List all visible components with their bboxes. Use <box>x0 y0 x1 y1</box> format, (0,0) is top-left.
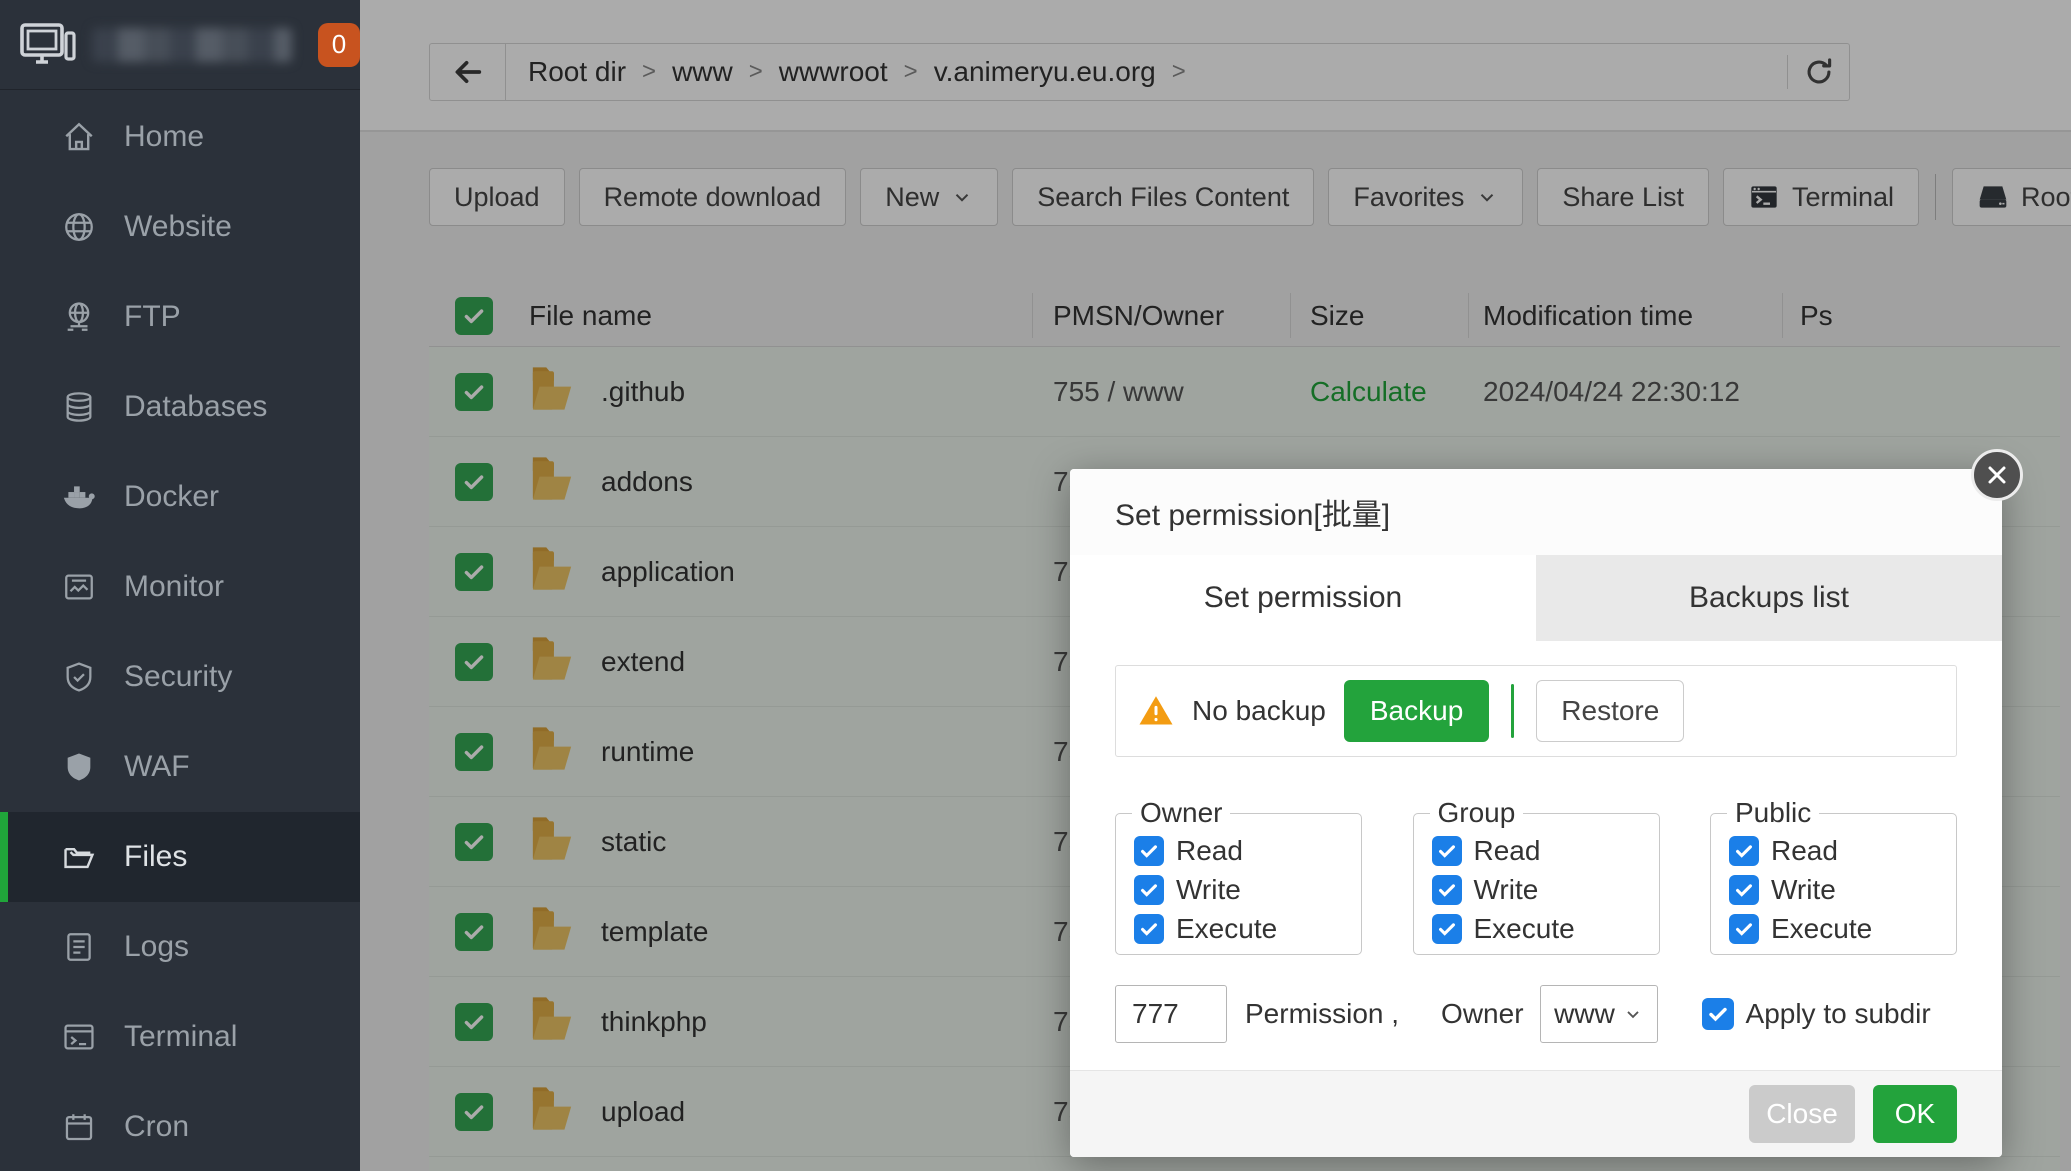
sidebar-item-label: Docker <box>124 480 219 514</box>
permission-groups: Owner Read Write Execute Group Read Writ… <box>1115 797 1957 955</box>
shield-check-icon <box>60 658 98 696</box>
apply-to-subdir-checkbox[interactable]: Apply to subdir <box>1702 998 1931 1030</box>
owner-select[interactable]: www <box>1540 985 1658 1043</box>
logs-document-icon <box>60 928 98 966</box>
sidebar-item-logs[interactable]: Logs <box>0 902 360 992</box>
sidebar-item-ftp[interactable]: FTP <box>0 272 360 362</box>
group-write-checkbox[interactable]: Write <box>1432 874 1659 906</box>
sidebar-nav: Home Website FTP Databases Docker Monito… <box>0 92 360 1171</box>
sidebar-item-label: Monitor <box>124 570 224 604</box>
sidebar-item-website[interactable]: Website <box>0 182 360 272</box>
sidebar-item-label: Terminal <box>124 1020 237 1054</box>
sidebar-item-label: Cron <box>124 1110 189 1144</box>
backup-status-text: No backup <box>1192 695 1326 727</box>
sidebar-item-label: Logs <box>124 930 189 964</box>
owner-execute-checkbox[interactable]: Execute <box>1134 913 1361 945</box>
owner-group: Owner Read Write Execute <box>1115 797 1362 955</box>
database-icon <box>60 388 98 426</box>
sidebar-item-monitor[interactable]: Monitor <box>0 542 360 632</box>
tab-set-permission[interactable]: Set permission <box>1070 555 1536 641</box>
sidebar-item-terminal[interactable]: Terminal <box>0 992 360 1082</box>
close-button[interactable]: Close <box>1749 1085 1855 1143</box>
permission-value-row: Permission , Owner www Apply to subdir <box>1115 985 1957 1043</box>
dialog-body: No backup Backup Restore Owner Read Writ… <box>1070 641 2002 1043</box>
notification-badge[interactable]: 0 <box>318 23 360 67</box>
docker-icon <box>60 478 98 516</box>
ftp-network-icon <box>60 298 98 336</box>
group-legend: Public <box>1727 797 1819 829</box>
sidebar-item-files[interactable]: Files <box>0 812 360 902</box>
sidebar-item-label: Website <box>124 210 232 244</box>
public-read-checkbox[interactable]: Read <box>1729 835 1956 867</box>
warning-icon <box>1138 693 1174 729</box>
dialog-tabs: Set permission Backups list <box>1070 555 2002 641</box>
permission-value-input[interactable] <box>1115 985 1227 1043</box>
home-icon <box>60 118 98 156</box>
sidebar-item-home[interactable]: Home <box>0 92 360 182</box>
close-icon <box>1985 463 2009 487</box>
sidebar-item-docker[interactable]: Docker <box>0 452 360 542</box>
sidebar-item-label: FTP <box>124 300 181 334</box>
globe-icon <box>60 208 98 246</box>
monitor-chart-icon <box>60 568 98 606</box>
group-legend: Owner <box>1132 797 1230 829</box>
group-read-checkbox[interactable]: Read <box>1432 835 1659 867</box>
group-execute-checkbox[interactable]: Execute <box>1432 913 1659 945</box>
server-name-redacted <box>92 28 292 62</box>
sidebar-item-label: Home <box>124 120 204 154</box>
sidebar-item-label: Files <box>124 840 187 874</box>
sidebar-item-label: Databases <box>124 390 267 424</box>
group-group: Group Read Write Execute <box>1413 797 1660 955</box>
backup-section: No backup Backup Restore <box>1115 665 1957 757</box>
close-dialog-button[interactable] <box>1971 449 2023 501</box>
shield-filled-icon <box>60 748 98 786</box>
sidebar-item-waf[interactable]: WAF <box>0 722 360 812</box>
terminal-icon <box>60 1018 98 1056</box>
dialog-footer: Close OK <box>1070 1070 2002 1157</box>
public-execute-checkbox[interactable]: Execute <box>1729 913 1956 945</box>
calendar-icon <box>60 1108 98 1146</box>
logo-row: 0 <box>0 0 360 90</box>
set-permission-dialog: Set permission[批量] Set permission Backup… <box>1070 469 2002 1157</box>
public-write-checkbox[interactable]: Write <box>1729 874 1956 906</box>
restore-button[interactable]: Restore <box>1536 680 1684 742</box>
sidebar-item-label: Security <box>124 660 232 694</box>
tab-backups-list[interactable]: Backups list <box>1536 555 2002 641</box>
chevron-down-icon <box>1623 1004 1643 1024</box>
group-legend: Group <box>1430 797 1524 829</box>
permission-label: Permission , <box>1245 998 1399 1030</box>
ok-button[interactable]: OK <box>1873 1085 1957 1143</box>
folder-open-icon <box>60 838 98 876</box>
owner-read-checkbox[interactable]: Read <box>1134 835 1361 867</box>
sidebar-item-security[interactable]: Security <box>0 632 360 722</box>
owner-label: Owner <box>1441 998 1523 1030</box>
owner-write-checkbox[interactable]: Write <box>1134 874 1361 906</box>
backup-divider <box>1511 684 1514 738</box>
dialog-title: Set permission[批量] <box>1070 469 2002 555</box>
sidebar: 0 Home Website FTP Databases Docker Moni… <box>0 0 360 1171</box>
public-group: Public Read Write Execute <box>1710 797 1957 955</box>
sidebar-item-label: WAF <box>124 750 190 784</box>
sidebar-item-databases[interactable]: Databases <box>0 362 360 452</box>
backup-button[interactable]: Backup <box>1344 680 1489 742</box>
sidebar-item-cron[interactable]: Cron <box>0 1082 360 1171</box>
panel-logo-icon <box>20 21 76 69</box>
